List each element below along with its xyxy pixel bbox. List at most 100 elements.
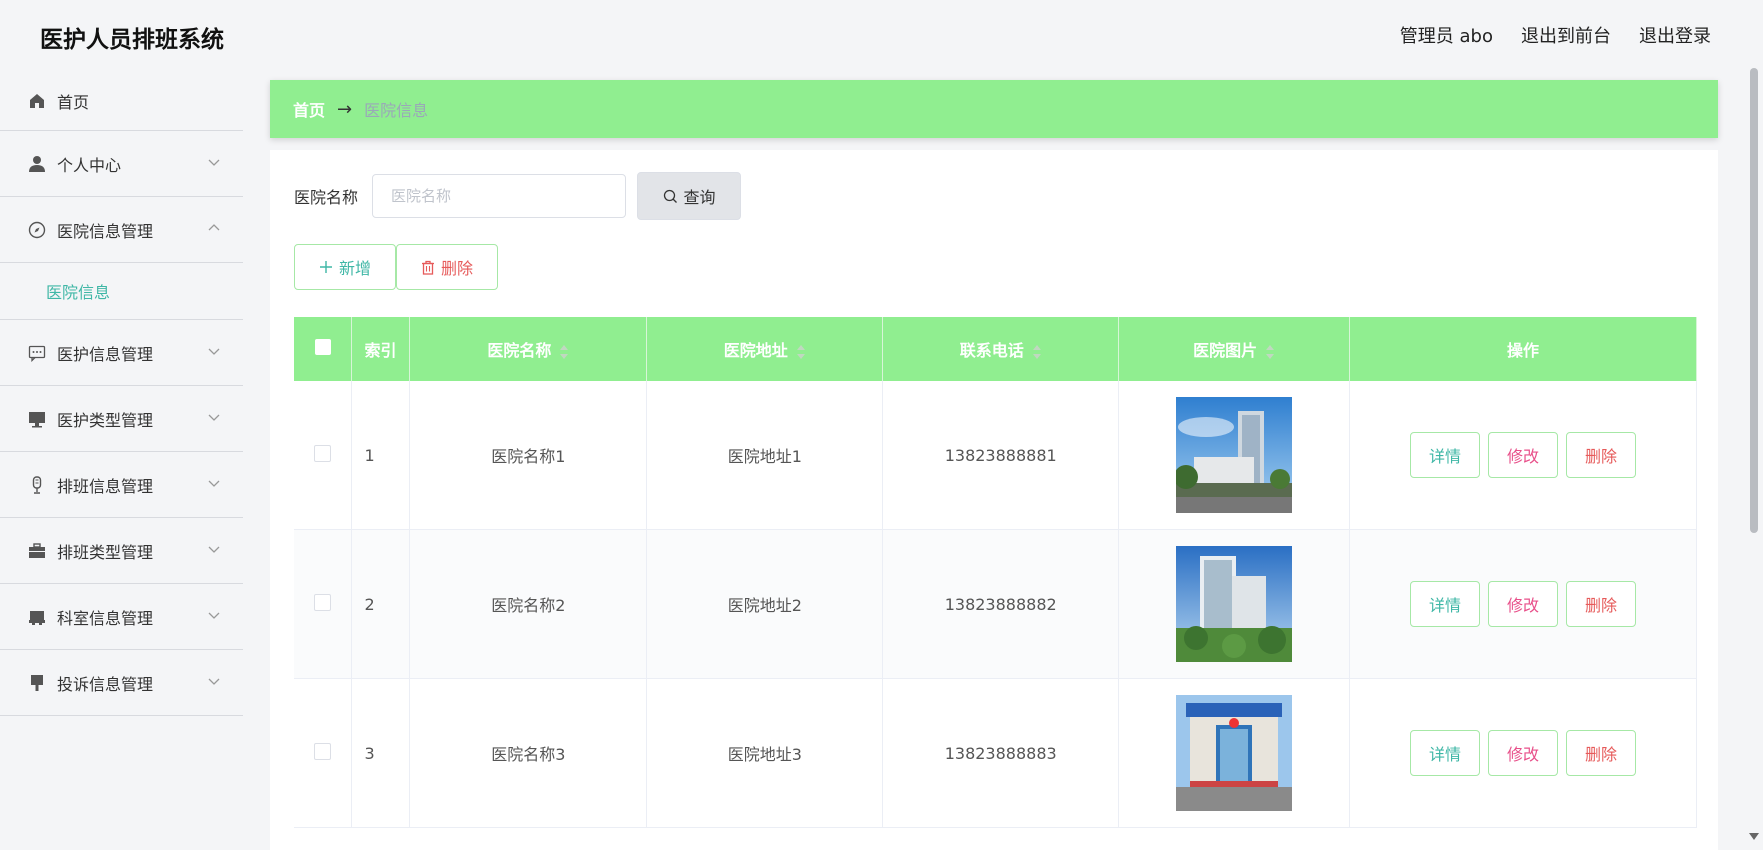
sort-icon[interactable] (559, 344, 569, 359)
sidebar-item-schedule-info-management[interactable]: 排班信息管理 (0, 452, 243, 518)
trash-icon (421, 260, 434, 275)
sidebar-item-medical-type-management[interactable]: 医护类型管理 (0, 386, 243, 452)
cell-phone: 13823888881 (882, 381, 1120, 530)
chevron-down-icon (208, 414, 220, 421)
select-all-checkbox[interactable] (294, 317, 353, 381)
cell-name: 医院名称2 (409, 529, 648, 679)
column-header-label: 联系电话 (959, 341, 1024, 360)
cell-actions: 详情 修改 删除 (1349, 678, 1697, 828)
admin-user-link[interactable]: 管理员 abo (1400, 22, 1493, 48)
sidebar-item-schedule-type-management[interactable]: 排班类型管理 (0, 518, 243, 584)
sidebar-item-label: 排班类型管理 (57, 542, 154, 562)
sidebar-item-complaint-info-management[interactable]: 投诉信息管理 (0, 650, 243, 716)
sidebar-item-label: 科室信息管理 (57, 608, 154, 628)
sidebar-item-label: 排班信息管理 (57, 476, 154, 496)
hospital-image[interactable] (1176, 695, 1293, 811)
brush-icon (27, 673, 47, 693)
cell-actions: 详情 修改 删除 (1349, 381, 1697, 530)
sort-icon[interactable] (1265, 344, 1275, 359)
microphone-icon (27, 475, 47, 495)
cell-address: 医院地址2 (646, 529, 884, 679)
delete-button[interactable]: 删除 (1566, 432, 1637, 478)
cell-address: 医院地址1 (646, 381, 884, 530)
edit-button[interactable]: 修改 (1488, 730, 1559, 776)
column-header-index: 索引 (351, 317, 411, 381)
chevron-down-icon (208, 612, 220, 619)
action-toolbar: 新增 删除 (294, 244, 498, 290)
column-header-image[interactable]: 医院图片 (1118, 317, 1351, 381)
sort-icon[interactable] (796, 344, 806, 359)
search-form: 医院名称 查询 (294, 172, 742, 220)
chevron-down-icon (208, 678, 220, 685)
hospital-image[interactable] (1176, 397, 1293, 513)
breadcrumb-home[interactable]: 首页 (293, 97, 325, 121)
table-row: 3 医院名称3 医院地址3 13823888883 详情 修改 删除 (294, 678, 1697, 828)
exit-to-front-link[interactable]: 退出到前台 (1521, 22, 1611, 48)
cell-phone: 13823888883 (882, 678, 1120, 828)
sidebar-item-label: 投诉信息管理 (57, 674, 154, 694)
home-icon (27, 91, 47, 111)
sidebar-item-label: 个人中心 (57, 155, 122, 175)
column-header-label: 医院地址 (723, 341, 788, 360)
search-icon (663, 189, 677, 203)
table-row: 2 医院名称2 医院地址2 13823888882 详情 修改 删除 (294, 529, 1697, 679)
sidebar-item-medical-staff-management[interactable]: 医护信息管理 (0, 320, 243, 386)
top-header: 医护人员排班系统 管理员 abo 退出到前台 退出登录 (0, 0, 1763, 72)
sidebar-item-home[interactable]: 首页 (0, 72, 243, 131)
cell-name: 医院名称3 (409, 678, 648, 828)
sidebar: 首页 个人中心 医院信息管理 医院信息 医护信息管理 医护类型管理 排班信息管理 (0, 72, 243, 844)
plus-icon (319, 261, 332, 273)
search-label: 医院名称 (294, 188, 359, 207)
search-button[interactable]: 查询 (637, 172, 742, 220)
sidebar-item-hospital-info-management[interactable]: 医院信息管理 (0, 197, 243, 263)
breadcrumb-current: 医院信息 (364, 101, 429, 120)
column-header-address[interactable]: 医院地址 (646, 317, 884, 381)
table-header-row: 索引 医院名称 医院地址 联系电话 医院图片 操作 (294, 317, 1697, 381)
app-title: 医护人员排班系统 (40, 27, 224, 53)
sort-icon[interactable] (1032, 344, 1042, 359)
delete-button[interactable]: 删除 (1566, 581, 1637, 627)
detail-button[interactable]: 详情 (1410, 581, 1481, 627)
sidebar-item-label: 医护类型管理 (57, 410, 154, 430)
column-header-label: 医院图片 (1193, 341, 1258, 360)
row-checkbox[interactable] (294, 678, 353, 828)
hospital-name-search-input[interactable] (372, 174, 627, 218)
scrollbar-thumb[interactable] (1750, 68, 1758, 533)
row-checkbox[interactable] (294, 529, 353, 679)
column-header-label: 医院名称 (487, 341, 552, 360)
add-button[interactable]: 新增 (294, 244, 396, 290)
edit-button[interactable]: 修改 (1488, 432, 1559, 478)
column-header-name[interactable]: 医院名称 (409, 317, 648, 381)
cell-index: 1 (351, 381, 411, 530)
hospital-image[interactable] (1176, 546, 1293, 662)
sidebar-item-department-info-management[interactable]: 科室信息管理 (0, 584, 243, 650)
edit-button[interactable]: 修改 (1488, 581, 1559, 627)
chevron-down-icon (208, 159, 220, 166)
chevron-up-icon (208, 224, 220, 231)
batch-delete-button[interactable]: 删除 (396, 244, 498, 290)
cell-address: 医院地址3 (646, 678, 884, 828)
cell-index: 3 (351, 678, 411, 828)
page-scrollbar[interactable] (1749, 68, 1759, 840)
arrow-right-icon: → (337, 98, 353, 120)
cell-actions: 详情 修改 删除 (1349, 529, 1697, 679)
detail-button[interactable]: 详情 (1410, 730, 1481, 776)
sidebar-subitem-hospital-info[interactable]: 医院信息 (0, 263, 243, 320)
sidebar-item-label: 医护信息管理 (57, 344, 154, 364)
column-header-actions: 操作 (1349, 317, 1697, 381)
top-links: 管理员 abo 退出到前台 退出登录 (1400, 22, 1711, 48)
sidebar-item-personal-center[interactable]: 个人中心 (0, 131, 243, 197)
delete-button[interactable]: 删除 (1566, 730, 1637, 776)
row-checkbox[interactable] (294, 381, 353, 530)
detail-button[interactable]: 详情 (1410, 432, 1481, 478)
compass-icon (27, 220, 47, 240)
sidebar-item-label: 医院信息管理 (57, 221, 154, 241)
column-header-phone[interactable]: 联系电话 (882, 317, 1120, 381)
content-panel: 医院名称 查询 新增 删除 (270, 150, 1718, 850)
cell-name: 医院名称1 (409, 381, 648, 530)
logout-link[interactable]: 退出登录 (1639, 22, 1711, 48)
scroll-down-arrow-icon[interactable] (1749, 833, 1759, 840)
cell-image (1118, 381, 1351, 530)
main-content: 首页 → 医院信息 医院名称 查询 新增 删除 (270, 72, 1718, 850)
printer-icon (27, 607, 47, 627)
